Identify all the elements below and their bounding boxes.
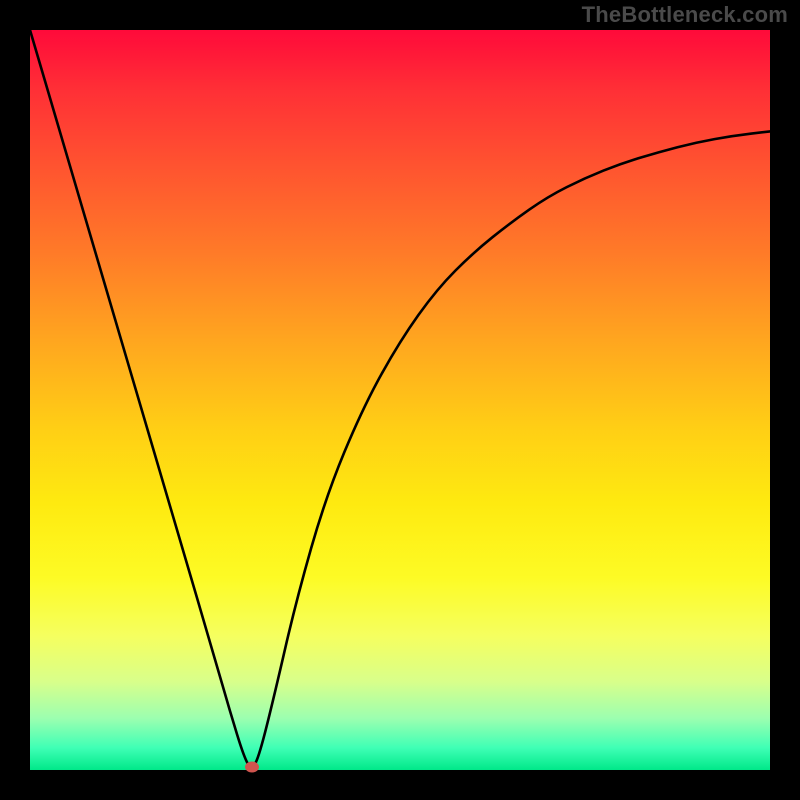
plot-area (30, 30, 770, 770)
chart-frame: TheBottleneck.com (0, 0, 800, 800)
watermark-text: TheBottleneck.com (582, 2, 788, 28)
curve-path (30, 30, 770, 767)
minimum-marker (245, 762, 259, 773)
bottleneck-curve (30, 30, 770, 770)
